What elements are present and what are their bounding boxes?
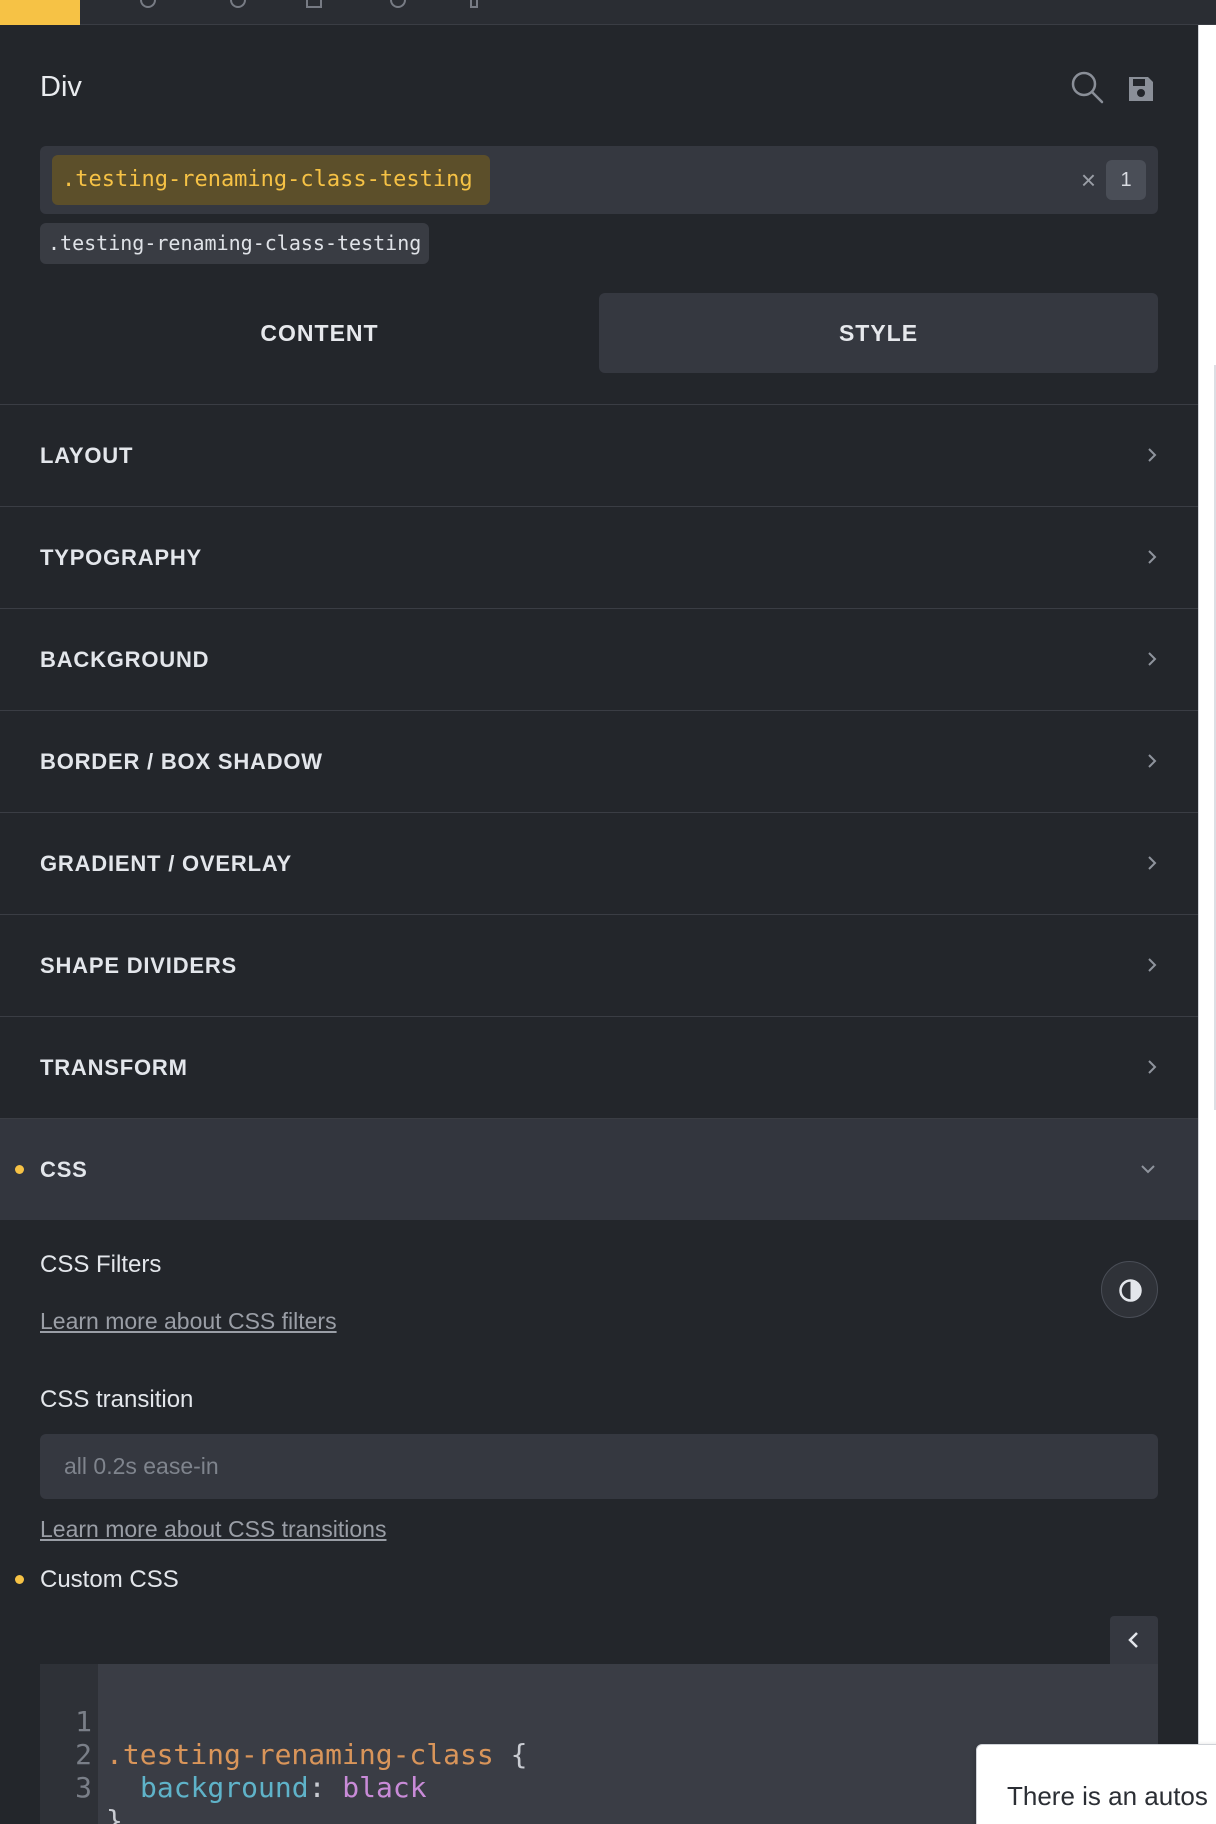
css-transitions-link[interactable]: Learn more about CSS transitions: [40, 1516, 386, 1543]
section-label: SHAPE DIVIDERS: [40, 953, 238, 978]
search-icon[interactable]: [1070, 70, 1104, 104]
clear-icon[interactable]: ×: [1081, 163, 1096, 197]
tab-style[interactable]: STYLE: [599, 293, 1158, 373]
panel-tabs: CONTENT STYLE: [40, 293, 1158, 373]
line-number: 3: [75, 1771, 92, 1804]
code-line: 2 background: black: [40, 1705, 426, 1804]
custom-css-label: Custom CSS: [40, 1566, 179, 1593]
section-label: LAYOUT: [40, 443, 134, 468]
code-line: 1 .testing-renaming-class {: [40, 1672, 527, 1771]
section-css[interactable]: CSS: [0, 1118, 1198, 1220]
top-toolbar: [0, 0, 1216, 25]
toolbar-icon[interactable]: [390, 0, 406, 8]
toolbar-icon[interactable]: [470, 0, 478, 8]
code-selector: .testing-renaming-class: [106, 1738, 494, 1771]
toolbar-icon[interactable]: [140, 0, 156, 8]
class-selector[interactable]: .testing-renaming-class-testing × 1: [40, 146, 1158, 214]
canvas-edge: [1198, 25, 1216, 1824]
chevron-right-icon: [1146, 547, 1158, 567]
panel-header: Div: [40, 65, 1158, 111]
element-panel: Div .testing-renaming-class-testing × 1 …: [0, 25, 1198, 1824]
code-line: 3 }: [40, 1738, 141, 1824]
toolbar-icon[interactable]: [306, 0, 322, 8]
modified-indicator: [15, 1165, 24, 1174]
css-filters-label: CSS Filters: [40, 1251, 162, 1278]
contrast-icon[interactable]: [1101, 1261, 1158, 1318]
chevron-right-icon: [1146, 751, 1158, 771]
section-label: TRANSFORM: [40, 1055, 188, 1080]
class-count-badge: 1: [1106, 160, 1146, 200]
section-border-box-shadow[interactable]: BORDER / BOX SHADOW: [0, 710, 1198, 812]
section-background[interactable]: BACKGROUND: [0, 608, 1198, 710]
code-colon: :: [308, 1771, 343, 1804]
section-label: CSS: [40, 1157, 88, 1182]
code-brace: {: [493, 1738, 528, 1771]
chevron-down-icon: [1138, 1163, 1158, 1177]
chevron-right-icon: [1146, 853, 1158, 873]
css-transition-label: CSS transition: [40, 1386, 194, 1413]
section-shape-dividers[interactable]: SHAPE DIVIDERS: [0, 914, 1198, 1016]
code-value: black: [342, 1771, 427, 1804]
section-transform[interactable]: TRANSFORM: [0, 1016, 1198, 1118]
modified-indicator: [15, 1575, 24, 1584]
section-typography[interactable]: TYPOGRAPHY: [0, 506, 1198, 608]
autosave-toast[interactable]: There is an autos: [976, 1744, 1216, 1824]
css-filters-link[interactable]: Learn more about CSS filters: [40, 1308, 337, 1335]
chevron-right-icon: [1146, 1057, 1158, 1077]
chevron-right-icon: [1146, 445, 1158, 465]
chevron-left-icon[interactable]: [1110, 1616, 1158, 1664]
save-icon[interactable]: [1126, 70, 1160, 104]
section-layout[interactable]: LAYOUT: [0, 404, 1198, 506]
toolbar-icon[interactable]: [230, 0, 246, 8]
section-label: TYPOGRAPHY: [40, 545, 203, 570]
code-property: background: [140, 1771, 309, 1804]
chevron-right-icon: [1146, 955, 1158, 975]
css-transition-input[interactable]: [40, 1434, 1158, 1499]
class-suggestion-chip[interactable]: .testing-renaming-class-testing: [40, 223, 430, 264]
section-label: GRADIENT / OVERLAY: [40, 851, 292, 876]
active-class-chip[interactable]: .testing-renaming-class-testing: [52, 155, 490, 205]
toast-text: There is an autos: [1007, 1781, 1208, 1811]
section-gradient-overlay[interactable]: GRADIENT / OVERLAY: [0, 812, 1198, 914]
section-label: BACKGROUND: [40, 647, 210, 672]
toolbar-active-tab[interactable]: [0, 0, 80, 25]
tab-content[interactable]: CONTENT: [40, 293, 599, 373]
section-label: BORDER / BOX SHADOW: [40, 749, 323, 774]
code-brace: }: [106, 1804, 123, 1824]
panel-title: Div: [40, 71, 82, 103]
chevron-right-icon: [1146, 649, 1158, 669]
